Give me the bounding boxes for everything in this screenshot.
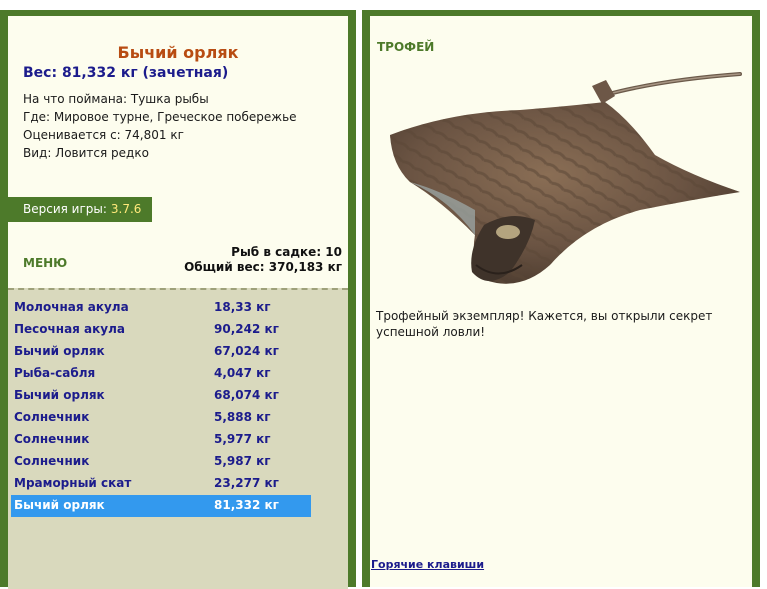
catch-weight: 5,977 кг (214, 432, 271, 446)
version-box: Версия игры: 3.7.6 (8, 197, 152, 222)
trophy-label: ТРОФЕЙ (377, 40, 435, 54)
version-value: 3.7.6 (110, 202, 142, 216)
catch-weight: 67,024 кг (214, 344, 279, 358)
trophy-panel: ТРОФЕЙ Трофейный экземпляр! Кажется, вы … (370, 16, 752, 587)
total-weight: Общий вес: 370,183 кг (184, 260, 342, 274)
version-label: Версия игры: (23, 202, 107, 216)
catch-weight: 90,242 кг (214, 322, 279, 336)
catch-name: Бычий орляк (14, 388, 105, 402)
catch-name: Солнечник (14, 454, 90, 468)
menu-button[interactable]: МЕНЮ (23, 256, 67, 270)
fish-count: Рыб в садке: 10 (231, 245, 342, 259)
catch-weight: 68,074 кг (214, 388, 279, 402)
bait-line: На что поймана: Тушка рыбы (23, 92, 209, 106)
catch-weight: 4,047 кг (214, 366, 271, 380)
hotkeys-link[interactable]: Горячие клавиши (371, 558, 484, 571)
fish-title: Бычий орляк (117, 43, 239, 62)
catch-row[interactable]: Рыба-сабля 4,047 кг (11, 363, 311, 385)
catch-row[interactable]: Бычий орляк 68,074 кг (11, 385, 311, 407)
catch-row[interactable]: Мраморный скат 23,277 кг (11, 473, 311, 495)
catch-row[interactable]: Солнечник 5,977 кг (11, 429, 311, 451)
catch-name: Бычий орляк (14, 498, 105, 512)
right-frame: ТРОФЕЙ Трофейный экземпляр! Кажется, вы … (362, 10, 760, 587)
catch-row[interactable]: Бычий орляк 67,024 кг (11, 341, 311, 363)
catch-name: Рыба-сабля (14, 366, 96, 380)
catch-name: Солнечник (14, 410, 90, 424)
location-line: Где: Мировое турне, Греческое побережье (23, 110, 297, 124)
catch-row-selected[interactable]: Бычий орляк 81,332 кг (11, 495, 311, 517)
catch-row[interactable]: Молочная акула 18,33 кг (11, 297, 311, 319)
catch-weight: 81,332 кг (214, 498, 279, 512)
eagle-ray-image (390, 72, 742, 284)
rarity-line: Вид: Ловится редко (23, 146, 149, 160)
fish-info-panel: Бычий орляк Вес: 81,332 кг (зачетная) На… (8, 16, 348, 589)
catch-name: Песочная акула (14, 322, 125, 336)
catch-weight: 5,888 кг (214, 410, 271, 424)
catch-row[interactable]: Солнечник 5,888 кг (11, 407, 311, 429)
catch-row[interactable]: Солнечник 5,987 кг (11, 451, 311, 473)
catch-name: Солнечник (14, 432, 90, 446)
catch-weight: 23,277 кг (214, 476, 279, 490)
catch-weight: 5,987 кг (214, 454, 271, 468)
catch-weight: 18,33 кг (214, 300, 271, 314)
trophy-message: Трофейный экземпляр! Кажется, вы открыли… (376, 309, 713, 339)
catch-name: Бычий орляк (14, 344, 105, 358)
catch-name: Молочная акула (14, 300, 129, 314)
rating-line: Оценивается с: 74,801 кг (23, 128, 184, 142)
catch-name: Мраморный скат (14, 476, 132, 490)
fish-weight: Вес: 81,332 кг (зачетная) (23, 65, 229, 81)
catch-list: Молочная акула 18,33 кг Песочная акула 90,… (8, 288, 348, 589)
catch-row[interactable]: Песочная акула 90,242 кг (11, 319, 311, 341)
left-frame: Бычий орляк Вес: 81,332 кг (зачетная) На… (0, 10, 356, 589)
